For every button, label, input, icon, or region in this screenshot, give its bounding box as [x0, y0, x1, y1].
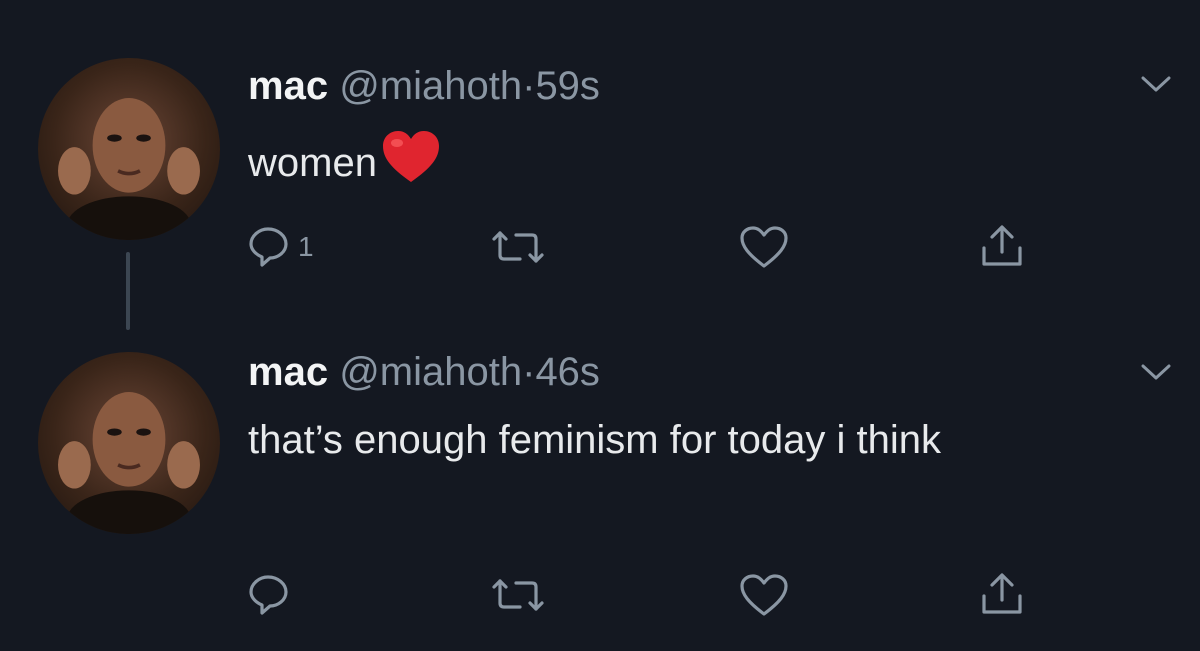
red-heart-emoji [381, 130, 441, 201]
retweet-icon [492, 231, 544, 263]
thread-connector [126, 252, 130, 330]
chevron-down-icon[interactable] [1138, 360, 1174, 384]
share-icon [982, 225, 1022, 266]
username[interactable]: @miahoth [339, 350, 522, 394]
tweet[interactable]: mac @miahoth·59s women 1 [0, 0, 1200, 330]
retweet-icon [492, 579, 544, 611]
tweet-text-content: women [248, 141, 377, 185]
avatar-image [58, 392, 200, 534]
avatar-image [58, 98, 200, 240]
tweet-header: mac @miahoth·59s [248, 62, 600, 110]
retweet-button[interactable] [488, 570, 548, 620]
timestamp[interactable]: 59s [535, 64, 600, 108]
reply-button[interactable]: 1 [248, 222, 314, 272]
separator-dot: · [522, 350, 536, 394]
tweet-text-content: that’s enough feminism for today i think [248, 418, 941, 462]
reply-icon [249, 227, 288, 267]
tweet-header: mac @miahoth·46s [248, 348, 600, 396]
reply-button[interactable] [248, 570, 298, 620]
like-icon [740, 226, 788, 268]
tweet-actions: 1 [248, 222, 1048, 272]
retweet-button[interactable] [488, 222, 548, 272]
tweet-text: that’s enough feminism for today i think [248, 410, 1108, 470]
username[interactable]: @miahoth [339, 64, 522, 108]
share-button[interactable] [978, 222, 1026, 272]
like-button[interactable] [738, 222, 790, 272]
display-name[interactable]: mac [248, 64, 328, 108]
separator-dot: · [522, 64, 536, 108]
chevron-down-icon[interactable] [1138, 72, 1174, 96]
share-button[interactable] [978, 570, 1026, 620]
avatar[interactable] [38, 58, 220, 240]
tweet-text: women [248, 130, 1108, 201]
reply-icon [249, 575, 288, 615]
tweet[interactable]: mac @miahoth·46s that’s enough feminism … [0, 330, 1200, 651]
like-button[interactable] [738, 570, 790, 620]
display-name[interactable]: mac [248, 350, 328, 394]
like-icon [740, 574, 788, 616]
reply-count: 1 [298, 231, 314, 262]
timestamp[interactable]: 46s [535, 350, 600, 394]
share-icon [982, 573, 1022, 614]
avatar[interactable] [38, 352, 220, 534]
tweet-actions [248, 570, 1048, 620]
